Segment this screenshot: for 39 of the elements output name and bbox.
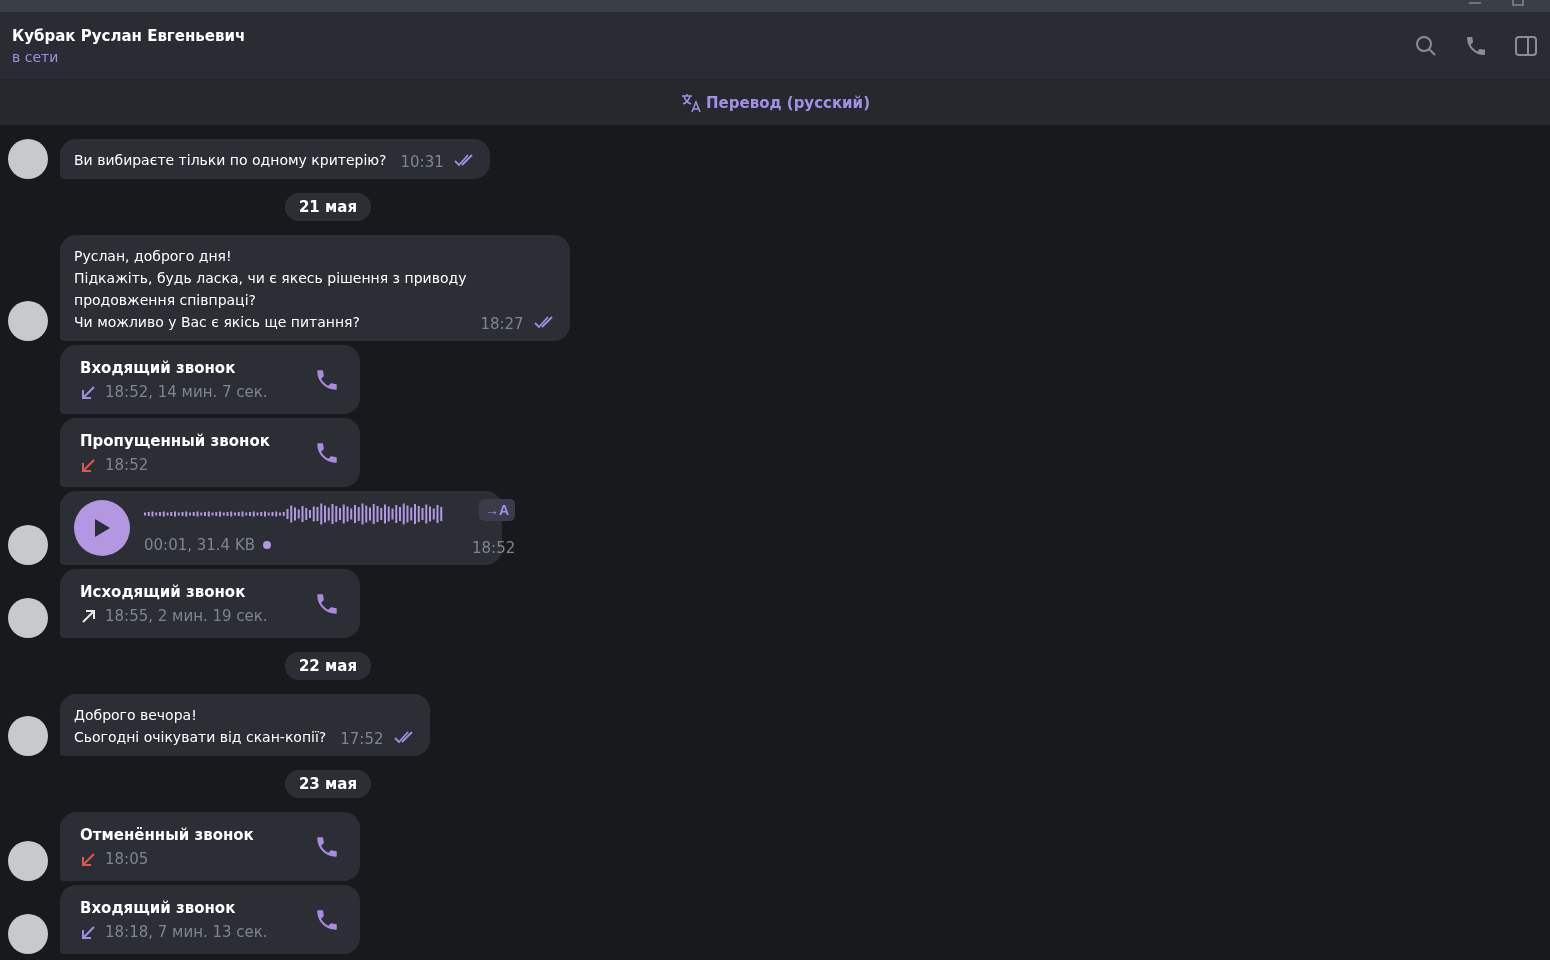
double-check-icon [533,315,556,329]
date-label: 21 мая [284,193,372,221]
message-text: Чи можливо у Вас є якісь ще питання? [74,313,361,332]
message-time: 17:52 [340,730,384,748]
contact-name: Кубрак Руслан Евгеньевич [12,26,246,45]
date-label: 23 мая [284,770,372,798]
translate-bar[interactable]: Перевод (русский) [0,80,1550,125]
message-text: Ви вибираєте тільки по одному критерію? [74,151,387,170]
play-icon [92,517,112,539]
message-time: 10:31 [400,153,444,171]
call-detail: 18:18, 7 мин. 13 сек. [105,923,268,941]
side-panel-button[interactable] [1514,33,1538,58]
search-button[interactable] [1414,33,1438,58]
message-text: Сьогодні очікувати від скан-копії? [74,728,327,747]
call-detail: 18:52, 14 мин. 7 сек. [105,383,268,401]
double-check-icon [453,153,476,167]
translate-icon [680,91,702,114]
call-detail: 18:05 [105,850,149,868]
call-title: Отменённый звонок [80,826,254,844]
message-text: Доброго вечора! [74,706,198,725]
play-button[interactable] [74,500,130,556]
message-text: Підкажіть, будь ласка, чи є якесь рішення з приводу [74,269,467,288]
call-detail: 18:52 [105,456,149,474]
message-text: продовження співпраці? [74,291,257,310]
voice-meta: 00:01, 31.4 KB [144,536,256,554]
call-title: Входящий звонок [80,899,236,917]
message-time: 18:52 [472,539,516,557]
call-title: Исходящий звонок [80,583,246,601]
maximize-icon[interactable] [1512,0,1524,6]
double-check-icon [393,730,416,744]
contact-status: в сети [12,48,60,65]
message-time: 18:27 [480,315,524,333]
date-label: 22 мая [284,652,372,680]
call-title: Входящий звонок [80,359,236,377]
call-detail: 18:55, 2 мин. 19 сек. [105,607,268,625]
translate-label: Перевод (русский) [706,93,870,112]
message-text: Руслан, доброго дня! [74,247,233,266]
transcribe-button[interactable]: →A [479,499,516,521]
call-title: Пропущенный звонок [80,432,270,450]
